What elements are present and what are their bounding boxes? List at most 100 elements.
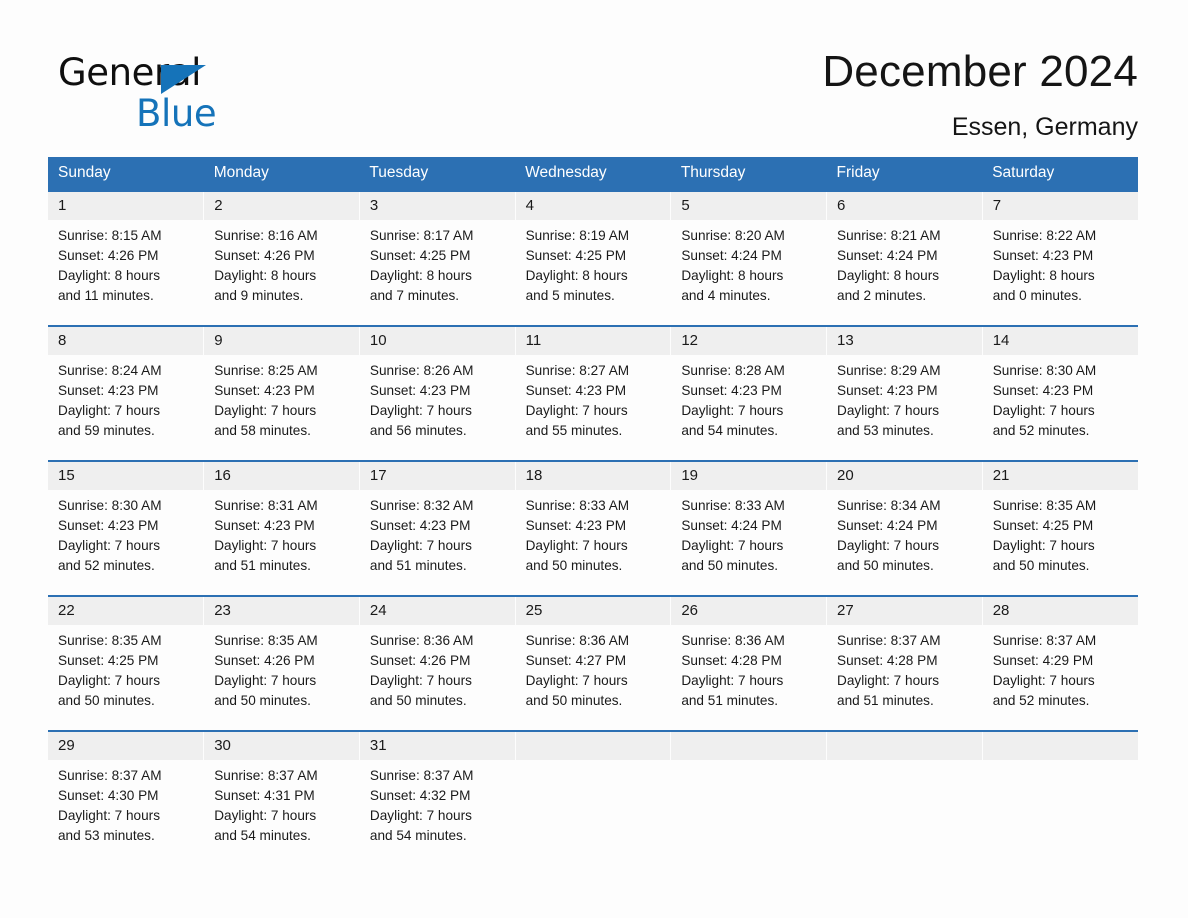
day-number xyxy=(827,732,982,760)
daylight-text-line2: and 54 minutes. xyxy=(214,828,311,843)
sunset-text: Sunset: 4:23 PM xyxy=(992,383,1094,398)
daylight-text-line2: and 51 minutes. xyxy=(837,693,934,708)
day-cell[interactable]: 29 Sunrise: 8:37 AM Sunset: 4:30 PM Dayl… xyxy=(48,730,205,866)
sunrise-text: Sunrise: 8:26 AM xyxy=(369,363,474,378)
day-cell[interactable]: 2 Sunrise: 8:16 AM Sunset: 4:26 PM Dayli… xyxy=(203,190,360,326)
day-cell[interactable]: 23 Sunrise: 8:35 AM Sunset: 4:26 PM Dayl… xyxy=(203,595,360,731)
week-row: 1 Sunrise: 8:15 AM Sunset: 4:26 PM Dayli… xyxy=(48,190,1138,326)
day-details: Sunrise: 8:33 AM Sunset: 4:24 PM Dayligh… xyxy=(671,490,826,576)
day-details: Sunrise: 8:20 AM Sunset: 4:24 PM Dayligh… xyxy=(671,220,826,306)
sunset-text: Sunset: 4:26 PM xyxy=(58,248,159,263)
day-number: 20 xyxy=(827,462,982,490)
sunset-text: Sunset: 4:24 PM xyxy=(681,518,782,533)
daylight-text-line1: Daylight: 8 hours xyxy=(214,268,317,283)
sunrise-text: Sunrise: 8:36 AM xyxy=(369,633,474,648)
day-number: 15 xyxy=(48,462,204,490)
day-cell[interactable]: 5 Sunrise: 8:20 AM Sunset: 4:24 PM Dayli… xyxy=(670,190,828,326)
day-details: Sunrise: 8:21 AM Sunset: 4:24 PM Dayligh… xyxy=(827,220,982,306)
sunrise-text: Sunrise: 8:17 AM xyxy=(369,228,474,243)
day-cell[interactable]: 17 Sunrise: 8:32 AM Sunset: 4:23 PM Dayl… xyxy=(359,460,516,596)
daylight-text-line2: and 50 minutes. xyxy=(992,558,1090,573)
sunset-text: Sunset: 4:23 PM xyxy=(837,383,938,398)
day-details: Sunrise: 8:33 AM Sunset: 4:23 PM Dayligh… xyxy=(516,490,671,576)
sunset-text: Sunset: 4:26 PM xyxy=(214,248,315,263)
day-number: 10 xyxy=(359,327,515,355)
day-cell[interactable]: 30 Sunrise: 8:37 AM Sunset: 4:31 PM Dayl… xyxy=(203,730,360,866)
day-cell[interactable]: 3 Sunrise: 8:17 AM Sunset: 4:25 PM Dayli… xyxy=(359,190,516,326)
day-number: 27 xyxy=(827,597,982,625)
day-cell[interactable]: 28 Sunrise: 8:37 AM Sunset: 4:29 PM Dayl… xyxy=(982,595,1138,731)
day-cell[interactable]: 21 Sunrise: 8:35 AM Sunset: 4:25 PM Dayl… xyxy=(982,460,1138,596)
logo-text-blue: Blue xyxy=(136,92,217,135)
page-title: December 2024 xyxy=(822,47,1138,96)
sunrise-text: Sunrise: 8:35 AM xyxy=(992,498,1097,513)
day-number: 13 xyxy=(827,327,982,355)
day-details: Sunrise: 8:32 AM Sunset: 4:23 PM Dayligh… xyxy=(360,490,515,576)
day-number: 5 xyxy=(671,192,827,220)
daylight-text-line1: Daylight: 7 hours xyxy=(992,673,1095,688)
daylight-text-line2: and 50 minutes. xyxy=(214,693,311,708)
sunrise-text: Sunrise: 8:37 AM xyxy=(214,768,318,783)
day-details: Sunrise: 8:35 AM Sunset: 4:25 PM Dayligh… xyxy=(983,490,1138,576)
masthead: General Blue December 2024 Essen, German… xyxy=(48,44,1138,144)
daylight-text-line1: Daylight: 7 hours xyxy=(369,538,472,553)
day-cell[interactable]: 9 Sunrise: 8:25 AM Sunset: 4:23 PM Dayli… xyxy=(203,325,360,461)
daylight-text-line1: Daylight: 7 hours xyxy=(681,538,784,553)
daylight-text-line2: and 51 minutes. xyxy=(214,558,311,573)
sunset-text: Sunset: 4:23 PM xyxy=(58,383,159,398)
week-row: 8 Sunrise: 8:24 AM Sunset: 4:23 PM Dayli… xyxy=(48,325,1138,461)
day-number: 22 xyxy=(48,597,204,625)
day-cell-empty xyxy=(670,730,828,866)
day-number xyxy=(671,732,827,760)
day-cell[interactable]: 12 Sunrise: 8:28 AM Sunset: 4:23 PM Dayl… xyxy=(670,325,828,461)
day-details: Sunrise: 8:34 AM Sunset: 4:24 PM Dayligh… xyxy=(827,490,982,576)
calendar-body: 1 Sunrise: 8:15 AM Sunset: 4:26 PM Dayli… xyxy=(48,190,1138,866)
sunset-text: Sunset: 4:26 PM xyxy=(369,653,471,668)
sunrise-text: Sunrise: 8:29 AM xyxy=(837,363,941,378)
daylight-text-line2: and 54 minutes. xyxy=(369,828,467,843)
day-number: 14 xyxy=(982,327,1138,355)
day-details: Sunrise: 8:31 AM Sunset: 4:23 PM Dayligh… xyxy=(204,490,359,576)
day-number: 29 xyxy=(48,732,204,760)
day-cell[interactable]: 25 Sunrise: 8:36 AM Sunset: 4:27 PM Dayl… xyxy=(515,595,672,731)
day-cell[interactable]: 4 Sunrise: 8:19 AM Sunset: 4:25 PM Dayli… xyxy=(515,190,672,326)
day-cell[interactable]: 22 Sunrise: 8:35 AM Sunset: 4:25 PM Dayl… xyxy=(48,595,205,731)
daylight-text-line1: Daylight: 7 hours xyxy=(525,538,628,553)
sunset-text: Sunset: 4:23 PM xyxy=(214,383,315,398)
day-cell[interactable]: 11 Sunrise: 8:27 AM Sunset: 4:23 PM Dayl… xyxy=(515,325,672,461)
day-number: 21 xyxy=(982,462,1138,490)
day-cell[interactable]: 20 Sunrise: 8:34 AM Sunset: 4:24 PM Dayl… xyxy=(826,460,983,596)
day-number: 19 xyxy=(671,462,827,490)
day-details: Sunrise: 8:16 AM Sunset: 4:26 PM Dayligh… xyxy=(204,220,359,306)
day-cell[interactable]: 16 Sunrise: 8:31 AM Sunset: 4:23 PM Dayl… xyxy=(203,460,360,596)
day-cell[interactable]: 18 Sunrise: 8:33 AM Sunset: 4:23 PM Dayl… xyxy=(515,460,672,596)
sunset-text: Sunset: 4:26 PM xyxy=(214,653,315,668)
daylight-text-line2: and 56 minutes. xyxy=(369,423,467,438)
sunset-text: Sunset: 4:23 PM xyxy=(992,248,1094,263)
daylight-text-line1: Daylight: 7 hours xyxy=(58,808,161,823)
sunset-text: Sunset: 4:28 PM xyxy=(681,653,782,668)
day-cell[interactable]: 14 Sunrise: 8:30 AM Sunset: 4:23 PM Dayl… xyxy=(982,325,1138,461)
sunset-text: Sunset: 4:25 PM xyxy=(58,653,159,668)
day-cell[interactable]: 27 Sunrise: 8:37 AM Sunset: 4:28 PM Dayl… xyxy=(826,595,983,731)
general-blue-logo[interactable]: General Blue xyxy=(58,52,358,138)
day-cell[interactable]: 19 Sunrise: 8:33 AM Sunset: 4:24 PM Dayl… xyxy=(670,460,828,596)
day-cell[interactable]: 7 Sunrise: 8:22 AM Sunset: 4:23 PM Dayli… xyxy=(982,190,1138,326)
day-cell[interactable]: 1 Sunrise: 8:15 AM Sunset: 4:26 PM Dayli… xyxy=(48,190,205,326)
day-cell[interactable]: 6 Sunrise: 8:21 AM Sunset: 4:24 PM Dayli… xyxy=(826,190,983,326)
day-cell-empty xyxy=(826,730,983,866)
day-cell[interactable]: 8 Sunrise: 8:24 AM Sunset: 4:23 PM Dayli… xyxy=(48,325,205,461)
day-number: 9 xyxy=(204,327,359,355)
day-details: Sunrise: 8:15 AM Sunset: 4:26 PM Dayligh… xyxy=(48,220,203,306)
day-cell[interactable]: 15 Sunrise: 8:30 AM Sunset: 4:23 PM Dayl… xyxy=(48,460,205,596)
daylight-text-line1: Daylight: 7 hours xyxy=(992,538,1095,553)
sunset-text: Sunset: 4:31 PM xyxy=(214,788,315,803)
daylight-text-line1: Daylight: 8 hours xyxy=(369,268,472,283)
day-cell[interactable]: 13 Sunrise: 8:29 AM Sunset: 4:23 PM Dayl… xyxy=(826,325,983,461)
day-cell[interactable]: 24 Sunrise: 8:36 AM Sunset: 4:26 PM Dayl… xyxy=(359,595,516,731)
day-cell[interactable]: 10 Sunrise: 8:26 AM Sunset: 4:23 PM Dayl… xyxy=(359,325,516,461)
sunrise-text: Sunrise: 8:32 AM xyxy=(369,498,474,513)
daylight-text-line1: Daylight: 7 hours xyxy=(214,538,317,553)
day-cell[interactable]: 31 Sunrise: 8:37 AM Sunset: 4:32 PM Dayl… xyxy=(359,730,516,866)
day-cell[interactable]: 26 Sunrise: 8:36 AM Sunset: 4:28 PM Dayl… xyxy=(670,595,828,731)
